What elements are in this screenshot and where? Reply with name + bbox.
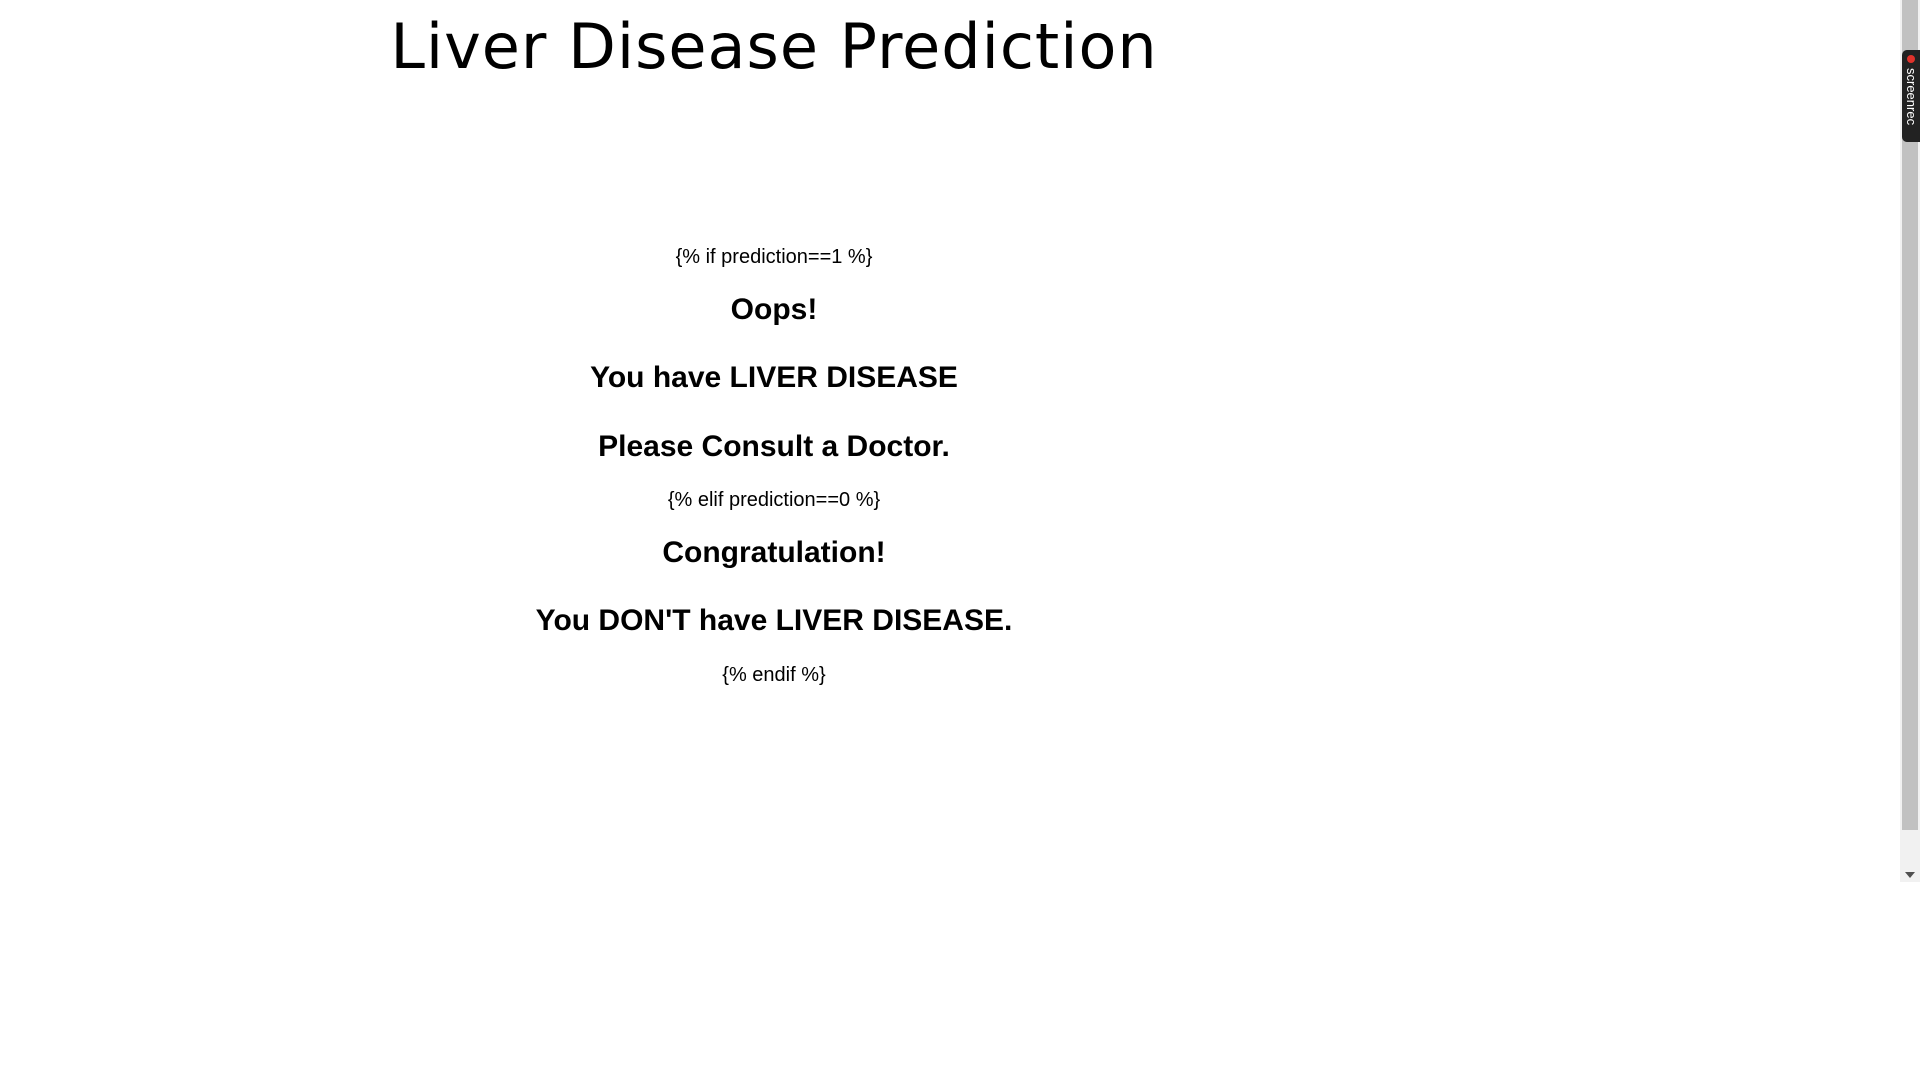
template-elif-tag: {% elif prediction==0 %} xyxy=(667,489,881,511)
page-content: Liver Disease Prediction {% if predictio… xyxy=(0,0,1548,882)
template-if-tag: {% if prediction==1 %} xyxy=(675,246,873,268)
page-title: Liver Disease Prediction xyxy=(390,10,1158,83)
positive-result-heading: You have LIVER DISEASE xyxy=(590,361,958,394)
scroll-down-arrow-icon[interactable] xyxy=(1905,872,1915,878)
negative-result-heading: You DON'T have LIVER DISEASE. xyxy=(535,604,1013,637)
oops-heading: Oops! xyxy=(730,293,818,326)
screenrec-label: screenrec xyxy=(1904,68,1919,126)
record-dot-icon xyxy=(1907,55,1915,63)
congratulation-heading: Congratulation! xyxy=(662,536,886,569)
screenrec-badge[interactable]: screenrec xyxy=(1902,50,1920,142)
template-endif-tag: {% endif %} xyxy=(722,664,826,686)
consult-doctor-heading: Please Consult a Doctor. xyxy=(598,430,950,463)
